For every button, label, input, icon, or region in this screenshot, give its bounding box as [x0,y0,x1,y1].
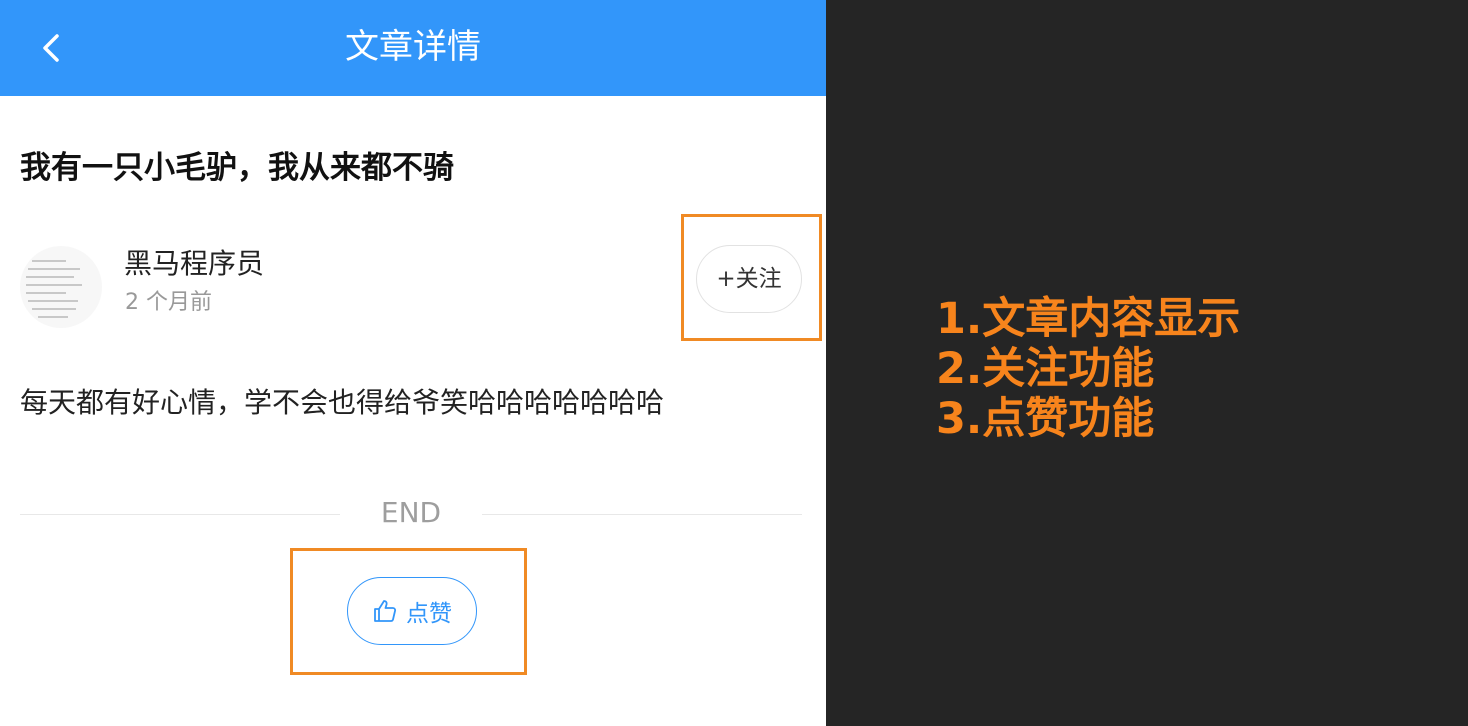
page-title: 文章详情 [345,27,481,67]
article-detail-screen: 文章详情 我有一只小毛驴，我从来都不骑 黑马程序员 2 个月前 +关注 每天都有… [0,0,826,726]
follow-highlight-box [681,214,822,341]
feature-notes: 1.文章内容显示 2.关注功能 3.点赞功能 [936,294,1240,444]
nav-bar: 文章详情 [0,0,826,96]
author-avatar[interactable] [20,246,102,328]
article-content: 每天都有好心情，学不会也得给爷笑哈哈哈哈哈哈哈 [20,386,665,419]
like-highlight-box [290,548,527,675]
end-label: END [380,496,442,529]
note-item: 3.点赞功能 [936,394,1155,444]
author-name: 黑马程序员 [124,247,265,280]
note-item: 2.关注功能 [936,344,1155,394]
post-time: 2 个月前 [125,290,212,315]
article-title: 我有一只小毛驴，我从来都不骑 [20,150,454,186]
end-divider-right [482,514,802,515]
end-divider-left [20,514,340,515]
note-item: 1.文章内容显示 [936,294,1241,344]
